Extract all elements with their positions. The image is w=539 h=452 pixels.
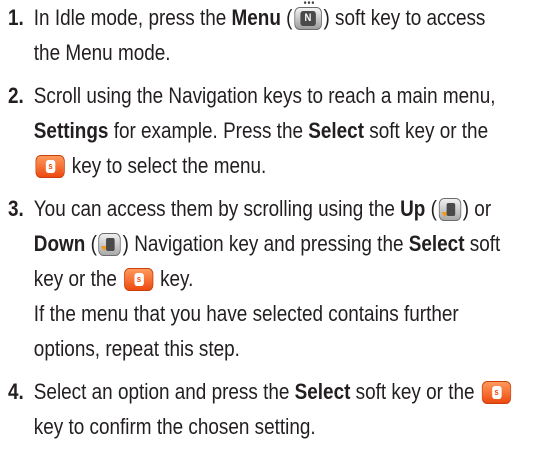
step-text: ) soft key to access <box>323 5 486 30</box>
step-text: key. <box>154 266 194 291</box>
ok-key-glyph: s <box>45 160 56 173</box>
step-text: soft <box>464 231 501 256</box>
step-line: You can access them by scrolling using t… <box>33 191 491 226</box>
step-text: for example. Press the <box>108 118 309 143</box>
select-term: Select <box>294 379 351 404</box>
step-text: Select an option and press the <box>33 379 295 404</box>
step-text: ( <box>280 5 293 30</box>
menu-key-glyph: N <box>300 11 316 26</box>
step-line: s key to select the menu. <box>34 148 462 183</box>
step-text: In Idle mode, press the <box>33 5 232 30</box>
nav-key-pad <box>446 203 455 216</box>
ok-key-icon: s <box>123 268 154 291</box>
step-line: In Idle mode, press the Menu ( ••• N ) soft… <box>33 0 485 35</box>
instruction-list: 1. In Idle mode, press the Menu ( ••• N ) s… <box>8 0 511 452</box>
ok-key-glyph: s <box>134 273 144 286</box>
nav-key-pad <box>106 238 115 251</box>
select-term: Select <box>308 118 364 143</box>
nav-down-key-icon <box>98 233 121 256</box>
step-line: options, repeat this step. <box>33 336 240 361</box>
ok-key-icon: s <box>35 155 65 178</box>
step-text: key to select the menu. <box>66 153 267 178</box>
menu-key-icon: ••• N <box>294 0 322 30</box>
step-line: Select an option and press the Select so… <box>33 374 511 409</box>
step-text: ( <box>85 231 97 256</box>
step-text: ( <box>425 196 437 221</box>
step-4: 4. Select an option and press the Select… <box>8 374 511 444</box>
step-line: Scroll using the Navigation keys to reac… <box>33 83 496 108</box>
menu-term: Menu <box>231 5 281 30</box>
step-text: soft key or the <box>350 379 480 404</box>
step-text: ) Navigation key and pressing the <box>122 231 409 256</box>
step-text: soft key or the <box>363 118 489 143</box>
step-number: 1. <box>8 5 24 30</box>
ok-key-glyph: s <box>491 386 502 399</box>
step-text: key or the <box>33 266 123 291</box>
step-line: the Menu mode. <box>33 40 171 65</box>
ok-key-icon: s <box>481 381 511 404</box>
nav-up-key-icon <box>438 198 462 221</box>
step-3: 3. You can access them by scrolling usin… <box>8 191 500 366</box>
settings-term: Settings <box>33 118 109 143</box>
step-2: 2. Scroll using the Navigation keys to r… <box>8 78 496 183</box>
step-text: ) or <box>462 196 492 221</box>
step-line: key or the s key. <box>34 261 462 296</box>
menu-dots-icon: ••• <box>303 0 316 9</box>
step-number: 2. <box>8 83 24 108</box>
select-term: Select <box>408 231 465 256</box>
step-number: 4. <box>8 379 24 404</box>
step-line: key to confirm the chosen setting. <box>33 414 316 439</box>
step-1: 1. In Idle mode, press the Menu ( ••• N ) s… <box>8 0 485 70</box>
step-text: You can access them by scrolling using t… <box>33 196 401 221</box>
step-line: Settings for example. Press the Select s… <box>33 113 488 148</box>
step-line: If the menu that you have selected conta… <box>33 301 459 326</box>
down-term: Down <box>33 231 86 256</box>
step-number: 3. <box>8 196 24 221</box>
step-line: Down () Navigation key and pressing the … <box>33 226 500 261</box>
up-term: Up <box>400 196 426 221</box>
